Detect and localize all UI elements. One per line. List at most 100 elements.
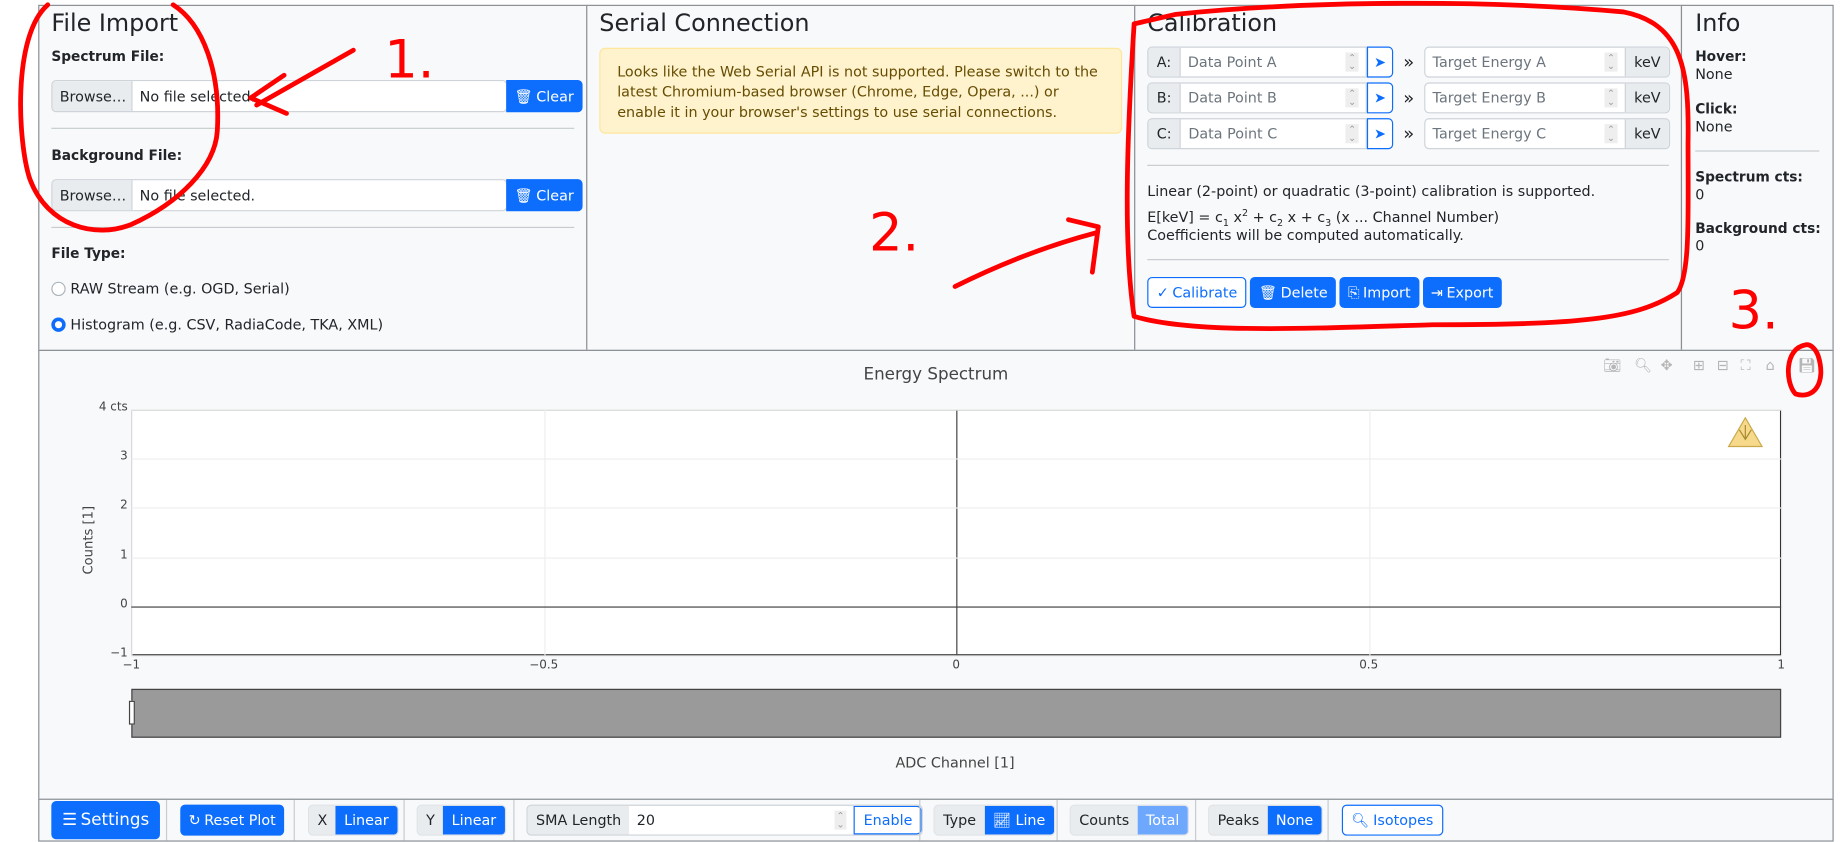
x-gridline [131, 409, 133, 656]
placeholder: Target Energy B [1432, 89, 1546, 107]
x-tick-label: 1 [1777, 658, 1785, 673]
arrow-icon: » [1403, 87, 1415, 109]
spectrum-file-label: Spectrum File: [51, 47, 165, 65]
hover-label: Hover: [1695, 47, 1747, 65]
check-icon: ✓ [1156, 284, 1169, 301]
import-button[interactable]: ⎘ Import [1339, 276, 1419, 309]
cursor-icon: ➤ [1374, 125, 1387, 143]
click-label: Click: [1695, 100, 1738, 117]
autoscale-icon[interactable]: ⛶ [1741, 357, 1751, 375]
divider [51, 127, 575, 129]
home-icon[interactable]: ⌂ [1766, 357, 1775, 374]
counts-toggle[interactable]: Counts Total [1069, 804, 1189, 836]
zoom-in-icon[interactable]: ⊞ [1693, 357, 1705, 374]
target-energy-input[interactable]: Target Energy A ⌃ ⌄ [1425, 48, 1624, 77]
counts-button[interactable]: Total [1137, 805, 1188, 835]
sma-label: SMA Length [527, 805, 630, 835]
calibrate-label: Calibrate [1172, 284, 1238, 301]
sma-value: 20 [636, 811, 656, 829]
clear-spectrum-button[interactable]: 🗑 Clear [506, 79, 583, 113]
import-label: Import [1363, 284, 1411, 301]
arrow-icon: » [1403, 122, 1415, 145]
pick-point-button[interactable]: ➤ [1366, 46, 1394, 78]
spectrum-file-input[interactable]: Browse… No file selected. [51, 79, 508, 113]
type-toggle[interactable]: Type 📈︎ Line [933, 804, 1055, 836]
spinner-icon[interactable]: ⌃ ⌄ [1604, 124, 1618, 144]
delete-button[interactable]: 🗑 Delete [1250, 276, 1337, 309]
trash-icon: 🗑 [514, 87, 533, 105]
radio-raw-stream[interactable]: RAW Stream (e.g. OGD, Serial) [51, 281, 290, 297]
browse-button[interactable]: Browse… [52, 81, 133, 112]
background-file-input[interactable]: Browse… No file selected. [51, 179, 508, 212]
counts-label: Counts [1070, 805, 1138, 835]
zoom-icon[interactable]: 🔍︎ [1634, 357, 1652, 374]
spinner-icon[interactable]: ⌃ ⌄ [1604, 52, 1618, 72]
calibration-help-1: Linear (2-point) or quadratic (3-point) … [1147, 182, 1596, 200]
target-energy-input[interactable]: Target Energy B ⌃ ⌄ [1425, 84, 1624, 113]
background-file-label: Background File: [51, 146, 183, 164]
x-scale-button[interactable]: Linear [335, 805, 397, 835]
radio-label: Histogram (e.g. CSV, RadiaCode, TKA, XML… [70, 316, 384, 334]
browse-button[interactable]: Browse… [52, 180, 133, 211]
y-gridline [131, 557, 1782, 559]
file-import-title: File Import [51, 8, 179, 38]
data-point-input[interactable]: Data Point A ⌃ ⌄ [1181, 48, 1366, 77]
spinner-icon[interactable]: ⌃ ⌄ [834, 810, 847, 830]
camera-icon[interactable]: 📷︎ [1603, 357, 1621, 374]
app: File Import Spectrum File: Browse… No fil… [0, 0, 1848, 842]
divider [1056, 799, 1058, 841]
isotopes-button[interactable]: 🔍︎ Isotopes [1341, 804, 1443, 836]
spinner-icon[interactable]: ⌃ ⌄ [1604, 88, 1618, 108]
target-energy-input[interactable]: Target Energy C ⌃ ⌄ [1425, 119, 1624, 148]
serial-unsupported-alert: Looks like the Web Serial API is not sup… [599, 47, 1123, 134]
calibration-row: A: Data Point A ⌃ ⌄ ➤ » Target Energy A ⌃ ⌄ keV [1147, 46, 1671, 78]
spinner-icon[interactable]: ⌃ ⌄ [1345, 88, 1359, 108]
radio-histogram[interactable]: Histogram (e.g. CSV, RadiaCode, TKA, XML… [51, 316, 383, 333]
spinner-icon[interactable]: ⌃ ⌄ [1345, 52, 1359, 72]
divider [51, 226, 575, 229]
row-prefix: B: [1148, 83, 1182, 113]
sma-length-input[interactable]: 20 ⌃ ⌄ [629, 805, 855, 835]
calibrate-button[interactable]: ✓ Calibrate [1147, 276, 1247, 309]
divider [919, 799, 921, 841]
zoom-out-icon[interactable]: ⊟ [1717, 357, 1729, 374]
placeholder: Target Energy A [1432, 53, 1546, 71]
file-name: No file selected. [139, 87, 256, 105]
data-point-input[interactable]: Data Point B ⌃ ⌄ [1181, 84, 1366, 113]
range-slider-handle[interactable] [128, 700, 135, 725]
x-scale-toggle[interactable]: X Linear [308, 804, 399, 836]
pick-point-button[interactable]: ➤ [1366, 118, 1394, 150]
divider [403, 799, 405, 841]
file-type-label: File Type: [51, 244, 126, 262]
placeholder: Data Point B [1188, 89, 1277, 107]
sma-enable-button[interactable]: Enable [854, 805, 922, 835]
file-export-icon: ⇥ [1430, 284, 1443, 301]
x-gridline [956, 409, 958, 656]
data-point-input[interactable]: Data Point C ⌃ ⌄ [1181, 119, 1366, 148]
radio-button[interactable] [51, 281, 66, 297]
x-gridline [1368, 409, 1370, 656]
peaks-button[interactable]: None [1267, 805, 1322, 835]
type-button[interactable]: 📈︎ Line [984, 805, 1054, 835]
spinner-icon[interactable]: ⌃ ⌄ [1345, 124, 1359, 144]
range-slider[interactable] [131, 688, 1782, 738]
radio-button[interactable] [51, 317, 66, 332]
peaks-toggle[interactable]: Peaks None [1208, 804, 1323, 836]
y-gridline [131, 655, 1782, 657]
x-tick-label: 0.5 [1359, 658, 1379, 673]
sliders-icon: ☰ [62, 810, 78, 830]
arrow-icon: » [1403, 51, 1415, 73]
y-scale-button[interactable]: Linear [443, 805, 505, 835]
placeholder: Target Energy C [1432, 125, 1547, 143]
pick-point-button[interactable]: ➤ [1366, 82, 1394, 114]
y-scale-toggle[interactable]: Y Linear [416, 804, 506, 836]
save-icon[interactable]: 💾︎ [1798, 357, 1816, 374]
export-label: Export [1446, 284, 1494, 301]
plot-title: Energy Spectrum [863, 365, 1009, 385]
clear-background-button[interactable]: 🗑 Clear [506, 179, 583, 212]
export-button[interactable]: ⇥ Export [1422, 276, 1502, 309]
reset-plot-button[interactable]: ↻ Reset Plot [180, 804, 285, 836]
calibration-row: B: Data Point B ⌃ ⌄ ➤ » Target Energy B ⌃ ⌄ keV [1147, 82, 1671, 114]
type-value: Line [1015, 811, 1046, 829]
pan-icon[interactable]: ✥ [1661, 357, 1673, 374]
